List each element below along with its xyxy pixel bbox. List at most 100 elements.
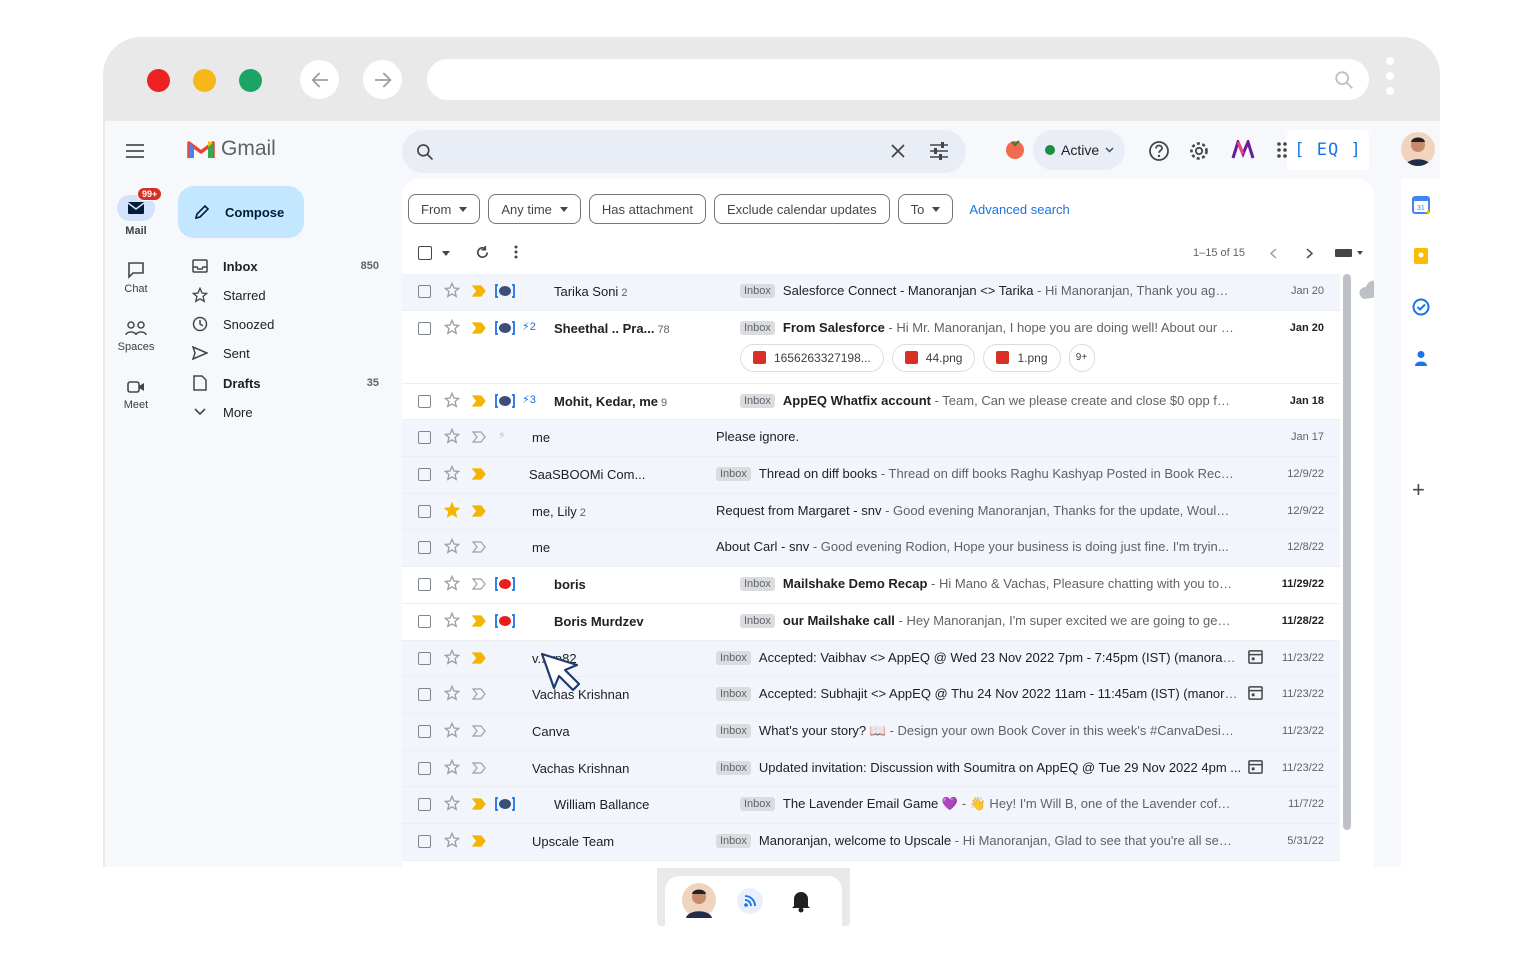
email-row[interactable]: ⚡3 Mohit, Kedar, me 9 Inbox AppEQ Whatfix ac… xyxy=(402,383,1340,421)
filter-exclude-calendar[interactable]: Exclude calendar updates xyxy=(713,194,890,224)
refresh-icon[interactable] xyxy=(475,245,490,260)
gear-icon[interactable] xyxy=(1188,140,1210,162)
offline-cloud-icon[interactable] xyxy=(1357,277,1374,307)
email-row[interactable]: SaaSBOOMi Com... Inbox Thread on diff book… xyxy=(402,457,1340,494)
user-photo-icon[interactable] xyxy=(681,882,717,920)
email-row[interactable]: me About Carl - snv - Good evening Rodion… xyxy=(402,530,1340,568)
star-icon[interactable] xyxy=(444,575,460,591)
star-icon[interactable] xyxy=(444,282,460,298)
important-marker-icon[interactable] xyxy=(472,835,486,847)
row-checkbox[interactable] xyxy=(418,578,431,592)
maximize-window-button[interactable] xyxy=(239,69,262,92)
email-row[interactable]: William Ballance Inbox The Lavender Email … xyxy=(402,787,1340,824)
star-icon[interactable] xyxy=(444,391,460,408)
star-icon[interactable] xyxy=(444,721,460,738)
calendar-invite-icon[interactable] xyxy=(1248,685,1263,700)
minimize-window-button[interactable] xyxy=(193,69,216,92)
row-checkbox[interactable] xyxy=(418,688,431,702)
rail-mail[interactable]: 99+ Mail xyxy=(105,187,167,237)
star-icon[interactable] xyxy=(444,685,460,701)
account-avatar[interactable] xyxy=(1401,132,1435,166)
rail-spaces[interactable]: Spaces xyxy=(105,319,167,353)
row-checkbox[interactable] xyxy=(418,834,431,848)
add-addon-icon[interactable]: + xyxy=(1412,477,1425,503)
scrollbar[interactable] xyxy=(1343,274,1351,830)
tasks-icon[interactable] xyxy=(1412,298,1430,316)
caret-down-icon[interactable] xyxy=(442,251,450,256)
row-checkbox[interactable] xyxy=(418,504,431,518)
filter-any-time[interactable]: Any time xyxy=(488,194,581,224)
important-marker-icon[interactable] xyxy=(472,468,486,480)
nav-item-inbox[interactable]: Inbox 850 xyxy=(191,252,389,280)
star-icon[interactable] xyxy=(444,758,460,775)
close-icon[interactable] xyxy=(890,143,906,159)
important-marker-icon[interactable] xyxy=(472,541,486,554)
calendar-invite-icon[interactable] xyxy=(1248,759,1263,774)
email-row[interactable]: ⚡ me Please ignore. Jan 17 xyxy=(402,420,1340,458)
rail-meet[interactable]: Meet xyxy=(105,379,167,411)
keep-icon[interactable] xyxy=(1412,247,1430,265)
advanced-search-link[interactable]: Advanced search xyxy=(969,202,1069,217)
close-window-button[interactable] xyxy=(147,69,170,92)
important-marker-icon[interactable] xyxy=(472,688,486,700)
row-checkbox[interactable] xyxy=(418,541,431,555)
important-marker-icon[interactable] xyxy=(472,615,486,627)
extension-eq-logo[interactable]: [ EQ ] xyxy=(1287,130,1369,170)
email-row[interactable]: Canva Inbox What's your story? 📖 - Design … xyxy=(402,713,1340,751)
important-marker-icon[interactable] xyxy=(472,725,486,737)
important-marker-icon[interactable] xyxy=(472,578,486,590)
contacts-icon[interactable] xyxy=(1412,349,1430,367)
nav-item-more[interactable]: More xyxy=(191,398,389,426)
email-row[interactable]: boris Inbox Mailshake Demo Recap - Hi Mano… xyxy=(402,567,1340,604)
calendar-icon[interactable]: 31 xyxy=(1412,196,1430,214)
forward-button[interactable] xyxy=(363,60,402,99)
select-all-checkbox[interactable] xyxy=(418,246,432,260)
row-checkbox[interactable] xyxy=(418,761,431,775)
status-selector[interactable]: Active xyxy=(1033,130,1125,170)
important-marker-icon[interactable] xyxy=(472,798,486,810)
browser-menu-icon[interactable] xyxy=(1385,57,1395,103)
more-attachments-chip[interactable]: 9+ xyxy=(1068,343,1095,372)
important-marker-icon[interactable] xyxy=(472,395,486,407)
attachment-chip[interactable]: 1.png xyxy=(983,343,1061,372)
nav-item-sent[interactable]: Sent xyxy=(191,339,389,367)
search-icon[interactable] xyxy=(415,142,435,162)
filter-has-attachment[interactable]: Has attachment xyxy=(588,194,706,224)
row-checkbox[interactable] xyxy=(418,431,431,445)
important-marker-icon[interactable] xyxy=(472,322,486,334)
compose-button[interactable]: Compose xyxy=(178,186,304,238)
feed-icon[interactable] xyxy=(737,888,763,914)
important-marker-icon[interactable] xyxy=(472,505,486,517)
row-checkbox[interactable] xyxy=(418,468,431,482)
hamburger-menu-icon[interactable] xyxy=(125,143,145,159)
star-icon[interactable] xyxy=(444,501,460,518)
nav-item-starred[interactable]: Starred xyxy=(191,281,389,309)
email-row[interactable]: Boris Murdzev Inbox our Mailshake call - H… xyxy=(402,603,1340,641)
star-icon[interactable] xyxy=(444,831,460,848)
filter-options-icon[interactable] xyxy=(929,142,949,160)
back-button[interactable] xyxy=(300,60,339,99)
star-icon[interactable] xyxy=(444,648,460,665)
row-checkbox[interactable] xyxy=(418,394,431,408)
row-checkbox[interactable] xyxy=(418,798,431,812)
row-checkbox[interactable] xyxy=(418,651,431,665)
nav-item-snoozed[interactable]: Snoozed xyxy=(191,310,389,338)
row-checkbox[interactable] xyxy=(418,285,431,298)
extension-tomato-icon[interactable] xyxy=(1004,138,1026,160)
more-vertical-icon[interactable] xyxy=(514,245,518,259)
filter-from[interactable]: From xyxy=(408,194,481,224)
help-icon[interactable] xyxy=(1148,140,1170,162)
mail-search-bar[interactable] xyxy=(402,130,966,173)
filter-to[interactable]: To xyxy=(897,194,954,224)
email-row[interactable]: Tarika Soni 2 Inbox Salesforce Connect - Ma… xyxy=(402,274,1340,311)
important-marker-icon[interactable] xyxy=(472,761,486,774)
email-row[interactable]: ⚡2 Sheethal .. Pra... 78 Inbox From Salesfor… xyxy=(402,310,1340,384)
star-icon[interactable] xyxy=(444,538,460,555)
keyboard-icon[interactable] xyxy=(1335,248,1363,258)
important-marker-icon[interactable] xyxy=(472,285,486,297)
row-checkbox[interactable] xyxy=(418,321,431,335)
nav-item-drafts[interactable]: Drafts 35 xyxy=(191,369,389,397)
rail-chat[interactable]: Chat xyxy=(105,261,167,295)
star-icon[interactable] xyxy=(444,318,460,335)
attachment-chip[interactable]: 1656263327198... xyxy=(740,343,884,372)
